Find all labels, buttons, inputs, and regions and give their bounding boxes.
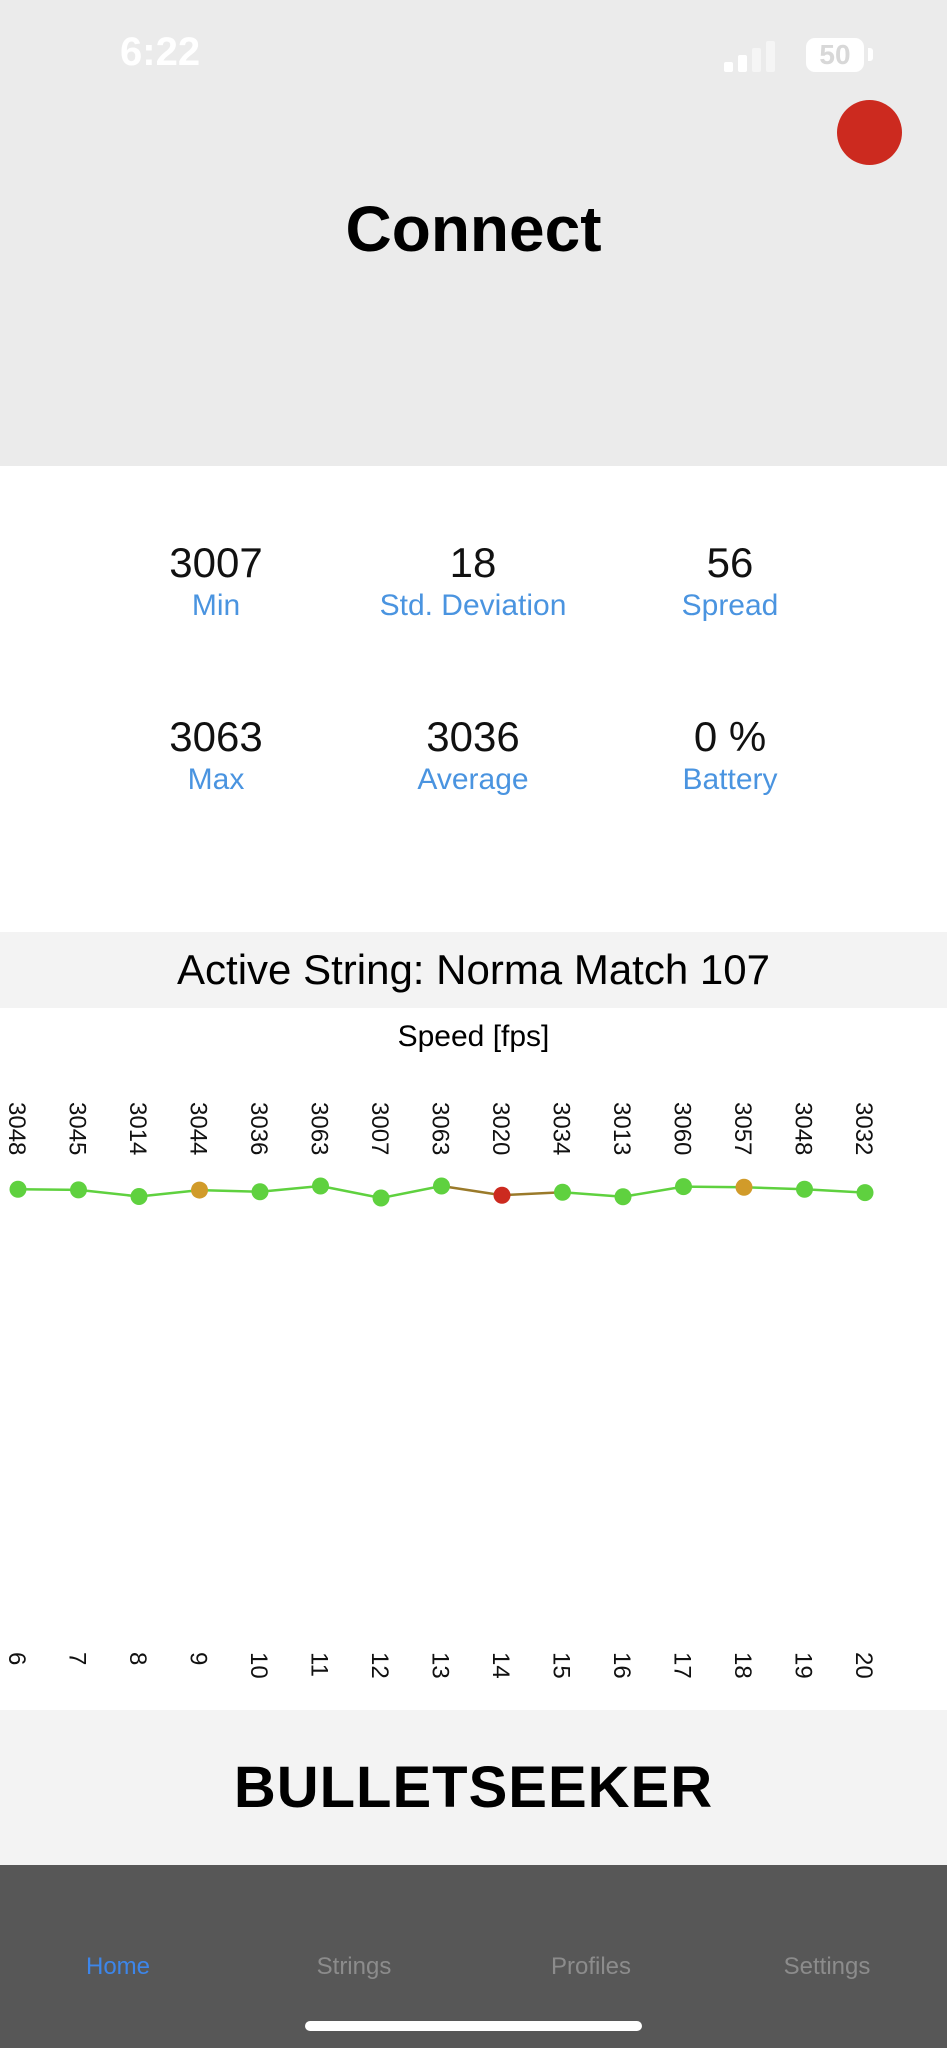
- tab-strings[interactable]: Strings: [254, 1953, 454, 1981]
- data-point[interactable]: [130, 1188, 148, 1205]
- data-point[interactable]: [433, 1177, 450, 1195]
- data-point[interactable]: [554, 1183, 571, 1201]
- data-point[interactable]: [614, 1188, 632, 1206]
- data-point[interactable]: [191, 1181, 208, 1199]
- home-indicator[interactable]: [305, 2021, 642, 2031]
- x-tick-label: 10: [245, 1652, 272, 1679]
- data-label: 3048: [3, 1102, 30, 1155]
- stat-value: 18: [449, 539, 497, 586]
- data-point[interactable]: [493, 1186, 511, 1204]
- data-point[interactable]: [9, 1180, 27, 1198]
- stat-average: 3036 Average: [343, 712, 603, 798]
- data-label: 3060: [669, 1102, 696, 1155]
- data-label: 3032: [850, 1102, 877, 1155]
- active-string-bar[interactable]: Active String: Norma Match 107: [0, 932, 947, 1008]
- x-tick-label: 14: [487, 1652, 514, 1679]
- x-tick-label: 13: [427, 1652, 454, 1679]
- series-line-segment: [501, 1190, 563, 1197]
- stat-max: 3063 Max: [86, 712, 346, 798]
- x-tick-label: 8: [124, 1652, 151, 1665]
- stat-min: 3007 Min: [86, 538, 346, 624]
- status-time: 6:22: [120, 30, 201, 74]
- x-tick-label: 12: [366, 1652, 393, 1679]
- data-label: 3036: [245, 1102, 272, 1155]
- data-label: 3013: [608, 1102, 635, 1155]
- stat-value: 3036: [426, 713, 520, 760]
- stat-spread: 56 Spread: [600, 538, 860, 624]
- data-point[interactable]: [796, 1180, 813, 1198]
- stat-value: 56: [706, 539, 754, 586]
- series-line-segment: [380, 1184, 442, 1200]
- connect-title[interactable]: Connect: [0, 192, 947, 266]
- stat-label: Max: [187, 763, 245, 796]
- series-line-segment: [17, 1187, 79, 1192]
- signal-icon: [724, 38, 779, 72]
- tab-bar: Home Strings Profiles Settings: [0, 1865, 947, 2048]
- stat-label: Min: [191, 589, 241, 622]
- series-line-segment: [199, 1188, 261, 1194]
- data-point[interactable]: [372, 1189, 390, 1207]
- stat-label: Battery: [682, 763, 778, 796]
- series-line-segment: [138, 1188, 200, 1198]
- x-tick-label: 19: [790, 1652, 817, 1679]
- data-label: 3063: [306, 1102, 333, 1155]
- data-point[interactable]: [675, 1178, 692, 1196]
- data-label: 3045: [64, 1102, 91, 1155]
- data-point[interactable]: [856, 1184, 874, 1202]
- stat-value: 3063: [169, 713, 263, 760]
- x-tick-label: 20: [850, 1652, 877, 1679]
- stat-label: Average: [417, 763, 529, 796]
- series-line-segment: [683, 1185, 745, 1189]
- data-label: 3063: [427, 1102, 454, 1155]
- header: 6:22 50 Connect: [0, 0, 947, 466]
- data-label: 3048: [790, 1102, 817, 1155]
- data-label: 3020: [487, 1102, 514, 1155]
- x-tick-label: 18: [729, 1652, 756, 1679]
- stat-value: 3007: [169, 539, 263, 586]
- series-line-segment: [441, 1184, 503, 1197]
- tab-profiles[interactable]: Profiles: [491, 1953, 691, 1981]
- series-line-segment: [804, 1187, 866, 1194]
- battery-tip: [868, 48, 873, 61]
- data-point[interactable]: [251, 1183, 269, 1201]
- x-tick-label: 15: [548, 1652, 575, 1679]
- chart-title: Speed [fps]: [397, 1020, 550, 1053]
- stat-std-deviation: 18 Std. Deviation: [343, 538, 603, 624]
- x-tick-label: 7: [64, 1652, 91, 1665]
- stat-value: 0 %: [693, 713, 767, 760]
- tab-settings[interactable]: Settings: [727, 1953, 927, 1981]
- battery-icon: 50: [806, 38, 864, 72]
- stat-battery: 0 % Battery: [600, 712, 860, 798]
- data-label: 3014: [124, 1102, 151, 1155]
- series-line-segment: [320, 1184, 382, 1200]
- tab-home[interactable]: Home: [18, 1953, 218, 1981]
- record-button[interactable]: [837, 100, 902, 165]
- data-label: 3034: [548, 1102, 575, 1155]
- x-tick-label: 16: [608, 1652, 635, 1679]
- x-tick-label: 11: [306, 1652, 333, 1677]
- series-line-segment: [259, 1184, 321, 1194]
- data-label: 3044: [185, 1102, 212, 1155]
- data-label: 3007: [366, 1102, 393, 1155]
- data-point[interactable]: [70, 1181, 87, 1199]
- series-line-segment: [78, 1188, 140, 1198]
- x-tick-label: 17: [669, 1652, 696, 1679]
- series-line-segment: [622, 1185, 684, 1198]
- series-line-segment: [743, 1186, 805, 1191]
- data-point[interactable]: [312, 1177, 329, 1195]
- x-tick-label: 6: [3, 1652, 30, 1665]
- series-line-segment: [562, 1190, 624, 1198]
- data-label: 3057: [729, 1102, 756, 1155]
- speed-chart: 3048 6 3045 7 3014 8 3044 9 3036 10 3063 11 3007 12 30…: [3, 1102, 877, 1679]
- x-tick-label: 9: [185, 1652, 212, 1665]
- stat-label: Spread: [681, 589, 779, 622]
- stat-label: Std. Deviation: [379, 589, 567, 622]
- data-point[interactable]: [735, 1178, 753, 1196]
- brand-logo: BULLETSEEKER: [0, 1710, 947, 1865]
